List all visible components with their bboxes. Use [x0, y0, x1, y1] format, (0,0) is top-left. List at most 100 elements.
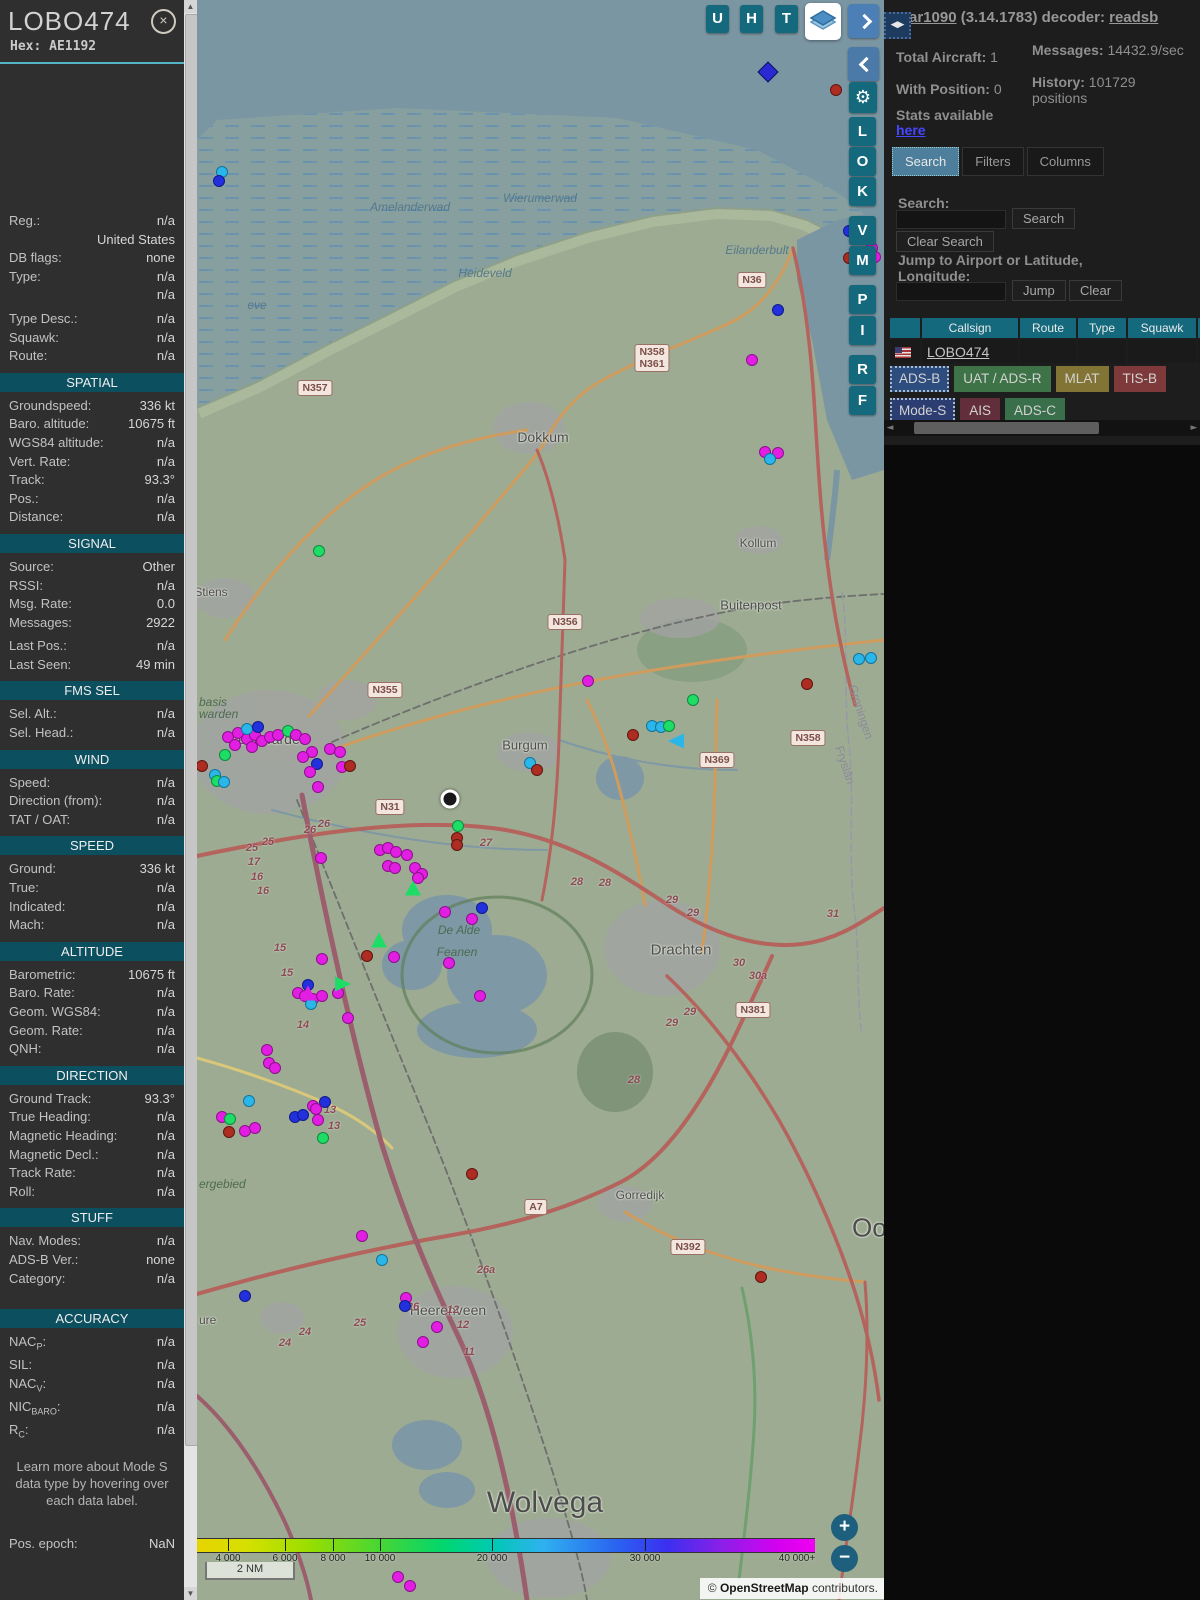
layers-button[interactable]: [805, 3, 841, 40]
aircraft-dot[interactable]: [243, 1095, 255, 1107]
table-row[interactable]: LOBO47410675: [890, 340, 1200, 363]
column-header-flag[interactable]: [890, 318, 920, 338]
readsb-link[interactable]: readsb: [1109, 9, 1158, 26]
callsign-link[interactable]: LOBO474: [927, 344, 989, 360]
aircraft-dot[interactable]: [317, 1132, 329, 1144]
aircraft-dot[interactable]: [316, 953, 328, 965]
jump-input[interactable]: [896, 282, 1006, 301]
aircraft-dot[interactable]: [663, 720, 675, 732]
aircraft-dot[interactable]: [853, 653, 865, 665]
map-button-T[interactable]: T: [775, 5, 798, 33]
aircraft-dot[interactable]: [389, 862, 401, 874]
close-icon[interactable]: ×: [151, 9, 176, 34]
scroll-left-icon[interactable]: ◄: [884, 420, 896, 436]
tab-filters[interactable]: Filters: [962, 147, 1024, 176]
aircraft-dot[interactable]: [531, 764, 543, 776]
aircraft-dot[interactable]: [316, 990, 328, 1002]
map-button-K[interactable]: K: [849, 177, 876, 206]
aircraft-dot[interactable]: [297, 751, 309, 763]
filter-badge-mlat[interactable]: MLAT: [1055, 366, 1109, 392]
aircraft-dot[interactable]: [361, 950, 373, 962]
tab-search[interactable]: Search: [892, 147, 960, 176]
aircraft-dot[interactable]: [431, 1321, 443, 1333]
selected-aircraft-marker[interactable]: [440, 789, 460, 809]
panel-close-button[interactable]: [848, 47, 879, 81]
zoom-in-button[interactable]: +: [831, 1514, 858, 1541]
aircraft-dot[interactable]: [252, 721, 264, 733]
aircraft-dot[interactable]: [627, 729, 639, 741]
aircraft-dot[interactable]: [388, 951, 400, 963]
panel-toggle-button[interactable]: ◀▶: [884, 12, 911, 39]
settings-button[interactable]: ⚙: [849, 82, 877, 113]
scroll-right-icon[interactable]: ►: [1188, 420, 1200, 436]
aircraft-dot[interactable]: [452, 820, 464, 832]
aircraft-dot[interactable]: [401, 849, 413, 861]
map-button-U[interactable]: U: [706, 5, 729, 33]
aircraft-dot[interactable]: [865, 652, 877, 664]
map-button-V[interactable]: V: [849, 216, 876, 245]
map-button-I[interactable]: I: [849, 316, 876, 345]
column-header-Type[interactable]: Type: [1078, 318, 1126, 338]
aircraft-dot[interactable]: [451, 839, 463, 851]
aircraft-dot[interactable]: [313, 545, 325, 557]
column-header-Squawk[interactable]: Squawk: [1128, 318, 1196, 338]
jump-button[interactable]: Jump: [1012, 280, 1066, 301]
h-scrollbar-thumb[interactable]: [914, 422, 1099, 434]
aircraft-dot[interactable]: [764, 453, 776, 465]
aircraft-dot[interactable]: [474, 990, 486, 1002]
scroll-up-icon[interactable]: ▲: [184, 0, 197, 13]
search-input[interactable]: [896, 210, 1006, 229]
aircraft-dot[interactable]: [746, 354, 758, 366]
map-button-H[interactable]: H: [740, 5, 763, 33]
tar1090-link[interactable]: tar1090: [904, 9, 957, 26]
search-button[interactable]: Search: [1012, 208, 1076, 229]
map-button-F[interactable]: F: [849, 386, 876, 415]
aircraft-dot[interactable]: [218, 776, 230, 788]
aircraft-dot[interactable]: [315, 852, 327, 864]
aircraft-dot[interactable]: [229, 739, 241, 751]
aircraft-dot[interactable]: [582, 675, 594, 687]
aircraft-dot[interactable]: [476, 902, 488, 914]
filter-badge-ads-b[interactable]: ADS-B: [890, 366, 950, 392]
scroll-down-icon[interactable]: ▼: [184, 1587, 197, 1600]
map-button-P[interactable]: P: [849, 285, 876, 314]
aircraft-dot[interactable]: [687, 694, 699, 706]
aircraft-dot[interactable]: [439, 906, 451, 918]
aircraft-dot[interactable]: [334, 746, 346, 758]
aircraft-dot[interactable]: [269, 1062, 281, 1074]
aircraft-dot[interactable]: [219, 749, 231, 761]
aircraft-dot[interactable]: [304, 766, 316, 778]
tab-columns[interactable]: Columns: [1026, 147, 1104, 176]
aircraft-dot[interactable]: [223, 1126, 235, 1138]
aircraft-dot[interactable]: [356, 1230, 368, 1242]
aircraft-dot[interactable]: [213, 175, 225, 187]
map-button-L[interactable]: L: [849, 117, 876, 146]
openstreetmap-link[interactable]: OpenStreetMap: [720, 1581, 809, 1595]
map-button-R[interactable]: R: [849, 355, 876, 384]
aircraft-dot[interactable]: [224, 1113, 236, 1125]
aircraft-dot[interactable]: [261, 1044, 273, 1056]
column-header-Route[interactable]: Route: [1020, 318, 1076, 338]
aircraft-dot[interactable]: [310, 1103, 322, 1115]
filter-badge-tis-b[interactable]: TIS-B: [1113, 366, 1167, 392]
aircraft-dot[interactable]: [417, 1336, 429, 1348]
panel-open-button[interactable]: [848, 4, 879, 38]
sidebar-scrollbar[interactable]: ▲ ▼: [184, 0, 198, 1600]
aircraft-dot[interactable]: [376, 1254, 388, 1266]
aircraft-dot[interactable]: [392, 1571, 404, 1583]
aircraft-dot[interactable]: [312, 1114, 324, 1126]
aircraft-dot[interactable]: [466, 1168, 478, 1180]
filter-badge-uat-ads-r[interactable]: UAT / ADS-R: [954, 366, 1051, 392]
aircraft-dot[interactable]: [755, 1271, 767, 1283]
aircraft-dot[interactable]: [249, 1122, 261, 1134]
aircraft-dot[interactable]: [466, 913, 478, 925]
aircraft-dot[interactable]: [299, 733, 311, 745]
aircraft-dot[interactable]: [342, 1012, 354, 1024]
map-button-M[interactable]: M: [849, 246, 876, 275]
stats-here-link[interactable]: here: [896, 122, 926, 138]
aircraft-dot[interactable]: [801, 678, 813, 690]
map-button-O[interactable]: O: [849, 147, 876, 176]
aircraft-dot[interactable]: [830, 84, 842, 96]
aircraft-dot[interactable]: [399, 1300, 411, 1312]
aircraft-dot[interactable]: [312, 781, 324, 793]
